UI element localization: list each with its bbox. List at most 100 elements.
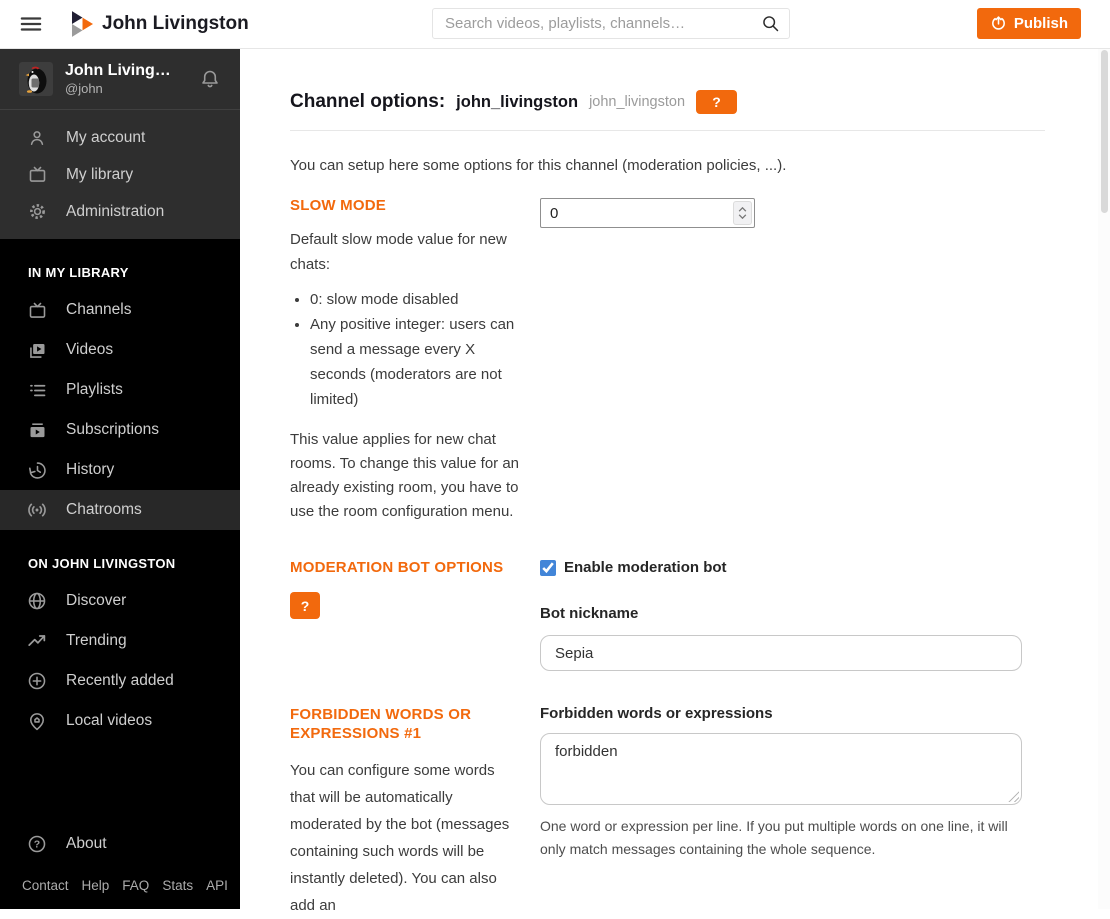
sidebar-item-about[interactable]: ? About (0, 824, 240, 864)
sidebar-item-label: History (66, 461, 115, 478)
notifications-bell-icon[interactable] (198, 67, 222, 91)
subscriptions-icon (26, 420, 48, 441)
footer-link-stats[interactable]: Stats (162, 878, 193, 893)
sidebar-item-videos[interactable]: Videos (0, 330, 240, 370)
sidebar-section-title: ON JOHN LIVINGSTON (28, 556, 176, 571)
sidebar-item-my-account[interactable]: My account (0, 120, 240, 155)
sidebar-item-subscriptions[interactable]: Subscriptions (0, 410, 240, 450)
bot-nickname-label: Bot nickname (540, 605, 639, 622)
sidebar-item-label: Subscriptions (66, 421, 160, 438)
bot-nickname-input[interactable] (540, 635, 1022, 671)
user-handle: @john (65, 81, 103, 96)
slow-mode-bullets: 0: slow mode disabled Any positive integ… (290, 287, 520, 412)
sidebar-section-title: IN MY LIBRARY (28, 265, 129, 280)
instance-title[interactable]: John Livingston (102, 13, 249, 35)
moderation-bot-right-col: Enable moderation bot Bot nickname (540, 558, 1022, 671)
search-icon[interactable] (760, 13, 781, 39)
publish-button[interactable]: Publish (976, 8, 1081, 39)
globe-icon (26, 590, 48, 612)
sidebar-item-label: My account (66, 128, 146, 146)
sidebar-user-block: John Livingston @john My account My libr… (0, 48, 240, 239)
sidebar-item-local-videos[interactable]: Local videos (0, 701, 240, 741)
scrollbar-track[interactable] (1098, 48, 1110, 909)
upload-icon (990, 15, 1007, 32)
sidebar-footer-links: Contact Help FAQ Stats API (0, 864, 240, 909)
page-title: Channel options: (290, 91, 446, 112)
main-content: Channel options: john_livingston john_li… (240, 48, 1110, 919)
slow-mode-section: SLOW MODE Default slow mode value for ne… (290, 196, 1110, 524)
sidebar-item-label: Channels (66, 301, 132, 318)
menu-toggle-icon[interactable] (20, 12, 42, 36)
forbidden-words-right-col: Forbidden words or expressions forbidden… (540, 705, 1022, 919)
footer-link-contact[interactable]: Contact (22, 878, 69, 893)
sidebar-item-trending[interactable]: Trending (0, 621, 240, 661)
enable-bot-row: Enable moderation bot (540, 559, 1022, 576)
avatar[interactable] (19, 62, 53, 96)
bullet-item: 0: slow mode disabled (310, 287, 520, 312)
svg-text:?: ? (34, 839, 40, 851)
enable-bot-label: Enable moderation bot (564, 559, 727, 576)
forbidden-words-helper: One word or expression per line. If you … (540, 818, 1008, 857)
enable-bot-checkbox[interactable] (540, 559, 556, 576)
slow-mode-note: This value applies for new chat rooms. T… (290, 431, 520, 520)
sidebar-item-label: My library (66, 165, 134, 183)
footer-link-api[interactable]: API (206, 878, 228, 893)
search-bar (432, 8, 790, 39)
slow-mode-input[interactable] (541, 199, 754, 227)
sidebar-item-label: Administration (66, 202, 165, 220)
moderation-bot-section: MODERATION BOT OPTIONS ? Enable moderati… (290, 558, 1110, 671)
sidebar-item-label: Playlists (66, 381, 123, 398)
moderation-bot-label: MODERATION BOT OPTIONS (290, 559, 504, 576)
chevron-up-icon (738, 207, 747, 212)
peertube-logo-icon[interactable] (72, 11, 93, 37)
moderation-bot-help-button[interactable]: ? (290, 592, 320, 619)
user-name[interactable]: John Livingston (65, 62, 177, 80)
tv-icon (26, 164, 48, 185)
videos-icon (26, 340, 48, 361)
sidebar-item-label: Recently added (66, 672, 174, 689)
footer-link-faq[interactable]: FAQ (122, 878, 149, 893)
forbidden-words-left-col: FORBIDDEN WORDS OR EXPRESSIONS #1 You ca… (290, 705, 520, 919)
question-circle-icon: ? (26, 833, 48, 855)
slow-mode-left-col: SLOW MODE Default slow mode value for ne… (290, 196, 520, 524)
top-header: John Livingston Publish (0, 0, 1110, 48)
chevron-down-icon (738, 214, 747, 219)
sidebar-item-label: About (66, 835, 107, 852)
user-row: John Livingston @john (0, 48, 240, 110)
sidebar-item-label: Videos (66, 341, 114, 358)
search-input[interactable] (432, 8, 790, 39)
slow-mode-description: Default slow mode value for new chats: (290, 231, 507, 273)
tv-icon (26, 300, 48, 321)
sidebar-item-my-library[interactable]: My library (0, 157, 240, 192)
sidebar: John Livingston @john My account My libr… (0, 48, 240, 909)
sidebar-item-label: Discover (66, 592, 127, 609)
sidebar-item-label: Trending (66, 632, 127, 649)
home-pin-icon (26, 710, 48, 732)
channel-handle: john_livingston (589, 94, 686, 110)
page-heading: Channel options: john_livingston john_li… (290, 90, 1110, 114)
slow-mode-right-col (540, 196, 1022, 524)
forbidden-words-section: FORBIDDEN WORDS OR EXPRESSIONS #1 You ca… (290, 705, 1110, 919)
sidebar-item-channels[interactable]: Channels (0, 290, 240, 330)
sidebar-item-label: Chatrooms (66, 501, 142, 518)
sidebar-item-chatrooms[interactable]: Chatrooms (0, 490, 240, 530)
page-help-button[interactable]: ? (696, 90, 738, 114)
moderation-bot-left-col: MODERATION BOT OPTIONS ? (290, 558, 520, 671)
sidebar-item-discover[interactable]: Discover (0, 581, 240, 621)
sidebar-item-label: Local videos (66, 712, 153, 729)
heading-divider (290, 130, 1045, 131)
slow-mode-input-wrap (540, 198, 755, 228)
sidebar-item-administration[interactable]: Administration (0, 194, 240, 229)
forbidden-words-label: FORBIDDEN WORDS OR EXPRESSIONS #1 (290, 706, 472, 742)
number-stepper[interactable] (733, 201, 752, 225)
scrollbar-thumb[interactable] (1101, 50, 1108, 213)
broadcast-icon (26, 499, 48, 521)
footer-link-help[interactable]: Help (82, 878, 110, 893)
forbidden-words-textarea[interactable]: forbidden (540, 733, 1022, 805)
user-icon (26, 128, 48, 148)
sidebar-item-recently-added[interactable]: Recently added (0, 661, 240, 701)
gear-icon (26, 201, 48, 222)
bullet-item: Any positive integer: users can send a m… (310, 312, 520, 412)
sidebar-item-history[interactable]: History (0, 450, 240, 490)
sidebar-item-playlists[interactable]: Playlists (0, 370, 240, 410)
